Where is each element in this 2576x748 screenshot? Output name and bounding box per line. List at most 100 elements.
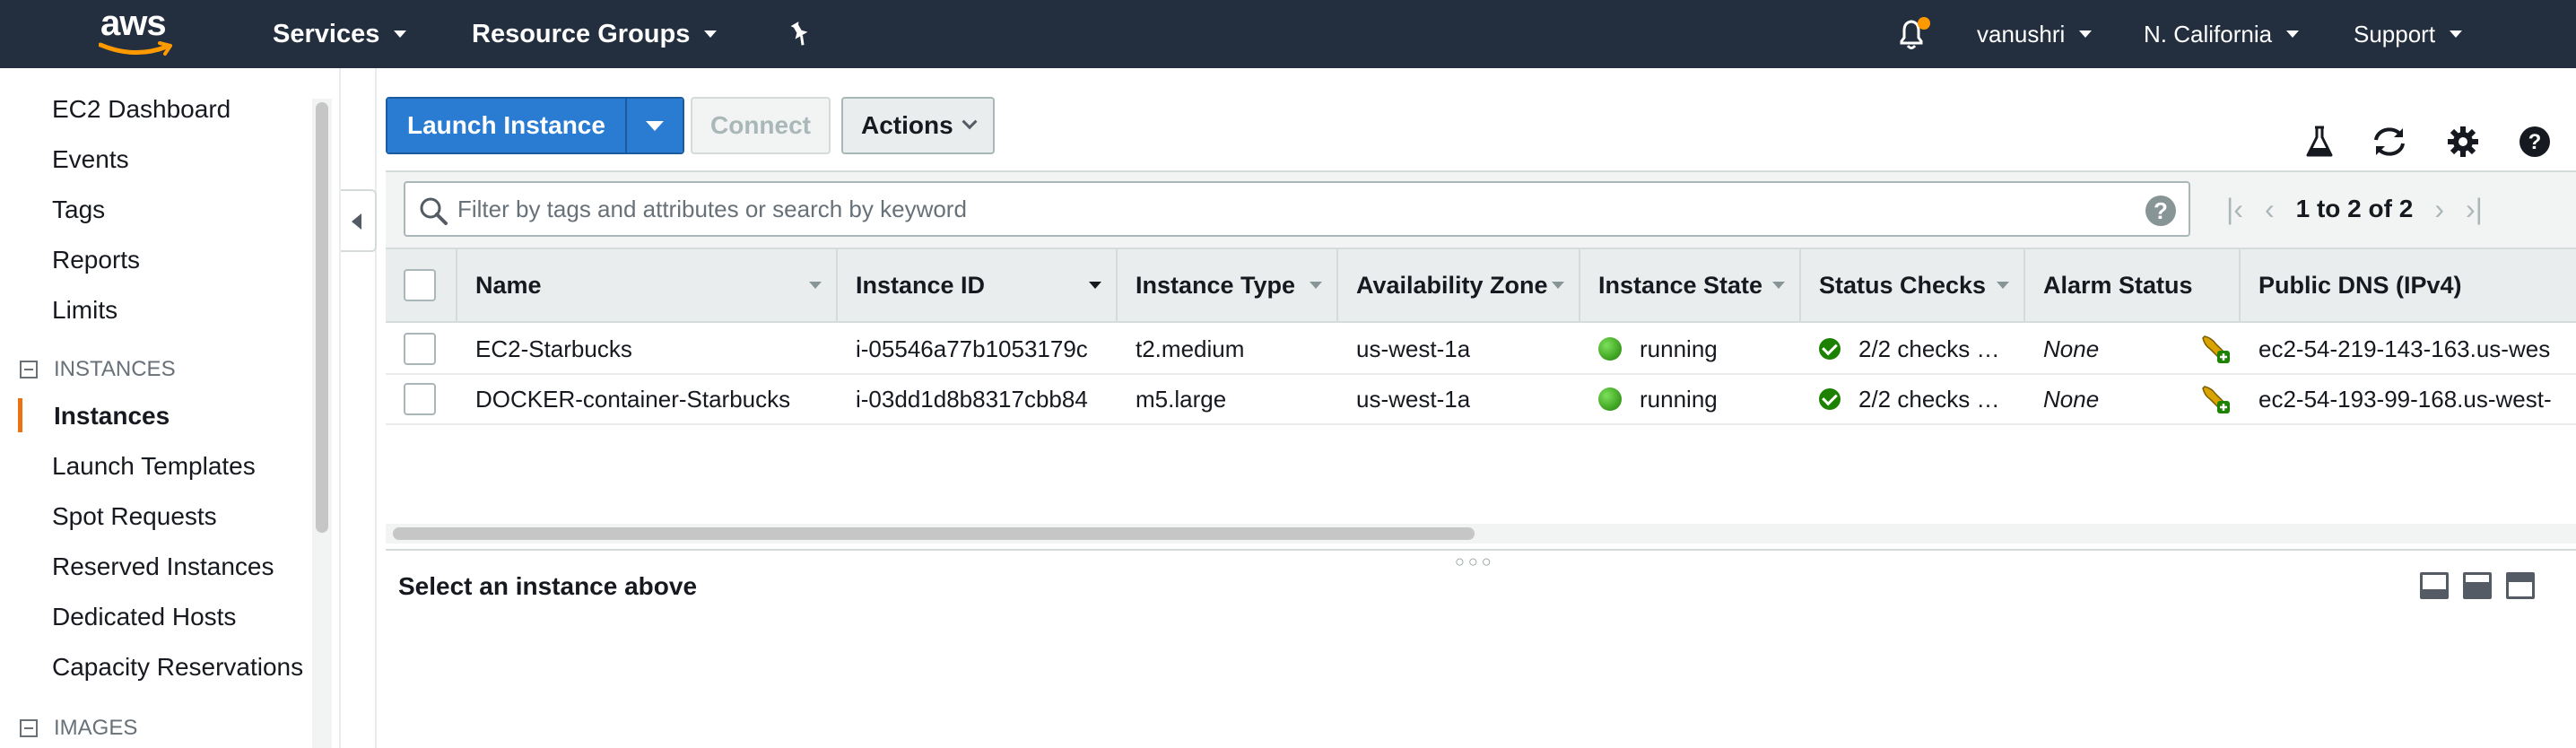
column-header-status-checks[interactable]: Status Checks	[1801, 249, 2025, 321]
sort-icon	[1089, 282, 1101, 289]
notifications-button[interactable]	[1896, 0, 1930, 68]
column-header-label: Instance State	[1598, 271, 1763, 299]
cell-availability-zone: us-west-1a	[1356, 385, 1471, 413]
table-row[interactable]: EC2-Starbucks i-05546a77b1053179c t2.med…	[386, 325, 2576, 375]
sidebar-item-limits[interactable]: Limits	[52, 296, 117, 325]
flask-icon[interactable]	[2300, 122, 2339, 161]
sidebar-item-dedicated-hosts[interactable]: Dedicated Hosts	[52, 603, 236, 631]
table-row[interactable]: DOCKER-container-Starbucks i-03dd1d8b831…	[386, 375, 2576, 425]
row-checkbox[interactable]	[404, 383, 436, 415]
cell-availability-zone: us-west-1a	[1356, 335, 1471, 362]
aws-logo[interactable]: aws	[90, 4, 188, 59]
sidebar-item-events[interactable]: Events	[52, 145, 129, 174]
column-header-alarm-status[interactable]: Alarm Status	[2025, 249, 2241, 321]
instance-state-label: running	[1640, 385, 1718, 413]
running-status-icon	[1598, 337, 1622, 361]
layout-bottom-small-icon[interactable]	[2420, 572, 2449, 599]
connect-label: Connect	[710, 111, 811, 139]
collapse-section-icon	[20, 719, 38, 737]
services-menu[interactable]: Services	[273, 0, 407, 68]
column-header-public-dns[interactable]: Public DNS (IPv4)	[2241, 249, 2576, 321]
cell-name: EC2-Starbucks	[475, 335, 632, 362]
main-content: Launch Instance Connect Actions ? Filter…	[377, 68, 2576, 748]
check-passed-icon	[1819, 338, 1841, 360]
layout-split-icon[interactable]	[2463, 572, 2492, 599]
pane-splitter[interactable]: ○○○	[386, 549, 2576, 570]
table-header: Name Instance ID Instance Type Availabil…	[386, 248, 2576, 323]
drag-handle-icon[interactable]: ○○○	[1455, 552, 1495, 571]
user-menu[interactable]: vanushri	[1977, 0, 2093, 68]
column-header-instance-type[interactable]: Instance Type	[1118, 249, 1338, 321]
sort-icon	[1772, 282, 1785, 289]
cell-instance-state: running	[1598, 375, 1718, 423]
top-navigation-bar: aws Services Resource Groups vanushri N.…	[0, 0, 2576, 68]
create-alarm-icon[interactable]	[2199, 325, 2232, 373]
notification-badge	[1918, 17, 1930, 30]
search-box: ?	[404, 181, 2190, 237]
sort-icon	[1997, 282, 2009, 289]
previous-page-icon[interactable]: ‹	[2265, 193, 2275, 226]
sort-icon	[1552, 282, 1564, 289]
chevron-down-icon	[2286, 30, 2300, 38]
table-horizontal-scrollbar[interactable]	[386, 524, 2576, 544]
horizontal-scrollbar-thumb[interactable]	[393, 527, 1475, 540]
cell-public-dns: ec2-54-193-99-168.us-west-	[2258, 385, 2552, 413]
first-page-icon[interactable]: |‹	[2226, 193, 2243, 226]
sidebar-item-instances[interactable]: Instances	[54, 402, 170, 431]
column-header-availability-zone[interactable]: Availability Zone	[1338, 249, 1580, 321]
select-all-checkbox[interactable]	[404, 269, 436, 301]
resource-groups-menu[interactable]: Resource Groups	[472, 0, 718, 68]
launch-instance-dropdown[interactable]	[626, 99, 683, 152]
last-page-icon[interactable]: ›|	[2466, 193, 2483, 226]
sidebar-item-tags[interactable]: Tags	[52, 196, 105, 224]
row-checkbox[interactable]	[404, 333, 436, 365]
sidebar-section-instances[interactable]: INSTANCES	[20, 357, 176, 382]
column-header-label: Availability Zone	[1356, 271, 1548, 299]
cell-status-checks: 2/2 checks …	[1819, 325, 2018, 373]
user-label: vanushri	[1977, 20, 2066, 48]
search-icon	[420, 197, 448, 225]
aws-smile-icon	[99, 41, 172, 56]
pagination: |‹ ‹ 1 to 2 of 2 › ›|	[2215, 172, 2493, 246]
launch-instance-button[interactable]: Launch Instance	[387, 99, 627, 152]
sidebar-item-reports[interactable]: Reports	[52, 246, 140, 274]
help-icon[interactable]: ?	[2515, 122, 2554, 161]
sidebar-item-launch-templates[interactable]: Launch Templates	[52, 452, 256, 481]
gear-icon[interactable]	[2443, 122, 2483, 161]
search-help-icon[interactable]: ?	[2145, 196, 2176, 226]
sidebar-section-label: IMAGES	[54, 716, 138, 740]
collapse-sidebar-button[interactable]	[341, 189, 377, 252]
next-page-icon[interactable]: ›	[2434, 193, 2444, 226]
sidebar-section-images[interactable]: IMAGES	[20, 716, 137, 741]
search-input[interactable]	[457, 190, 2126, 228]
cell-instance-type: t2.medium	[1136, 335, 1245, 362]
refresh-icon[interactable]	[2370, 122, 2409, 161]
region-menu[interactable]: N. California	[2144, 0, 2300, 68]
support-menu[interactable]: Support	[2354, 0, 2463, 68]
sort-icon	[1310, 282, 1322, 289]
layout-full-icon[interactable]	[2506, 572, 2535, 599]
cell-instance-type: m5.large	[1136, 385, 1227, 413]
connect-button[interactable]: Connect	[691, 97, 831, 154]
pin-button[interactable]	[788, 0, 813, 68]
column-header-label: Alarm Status	[2043, 271, 2193, 299]
cell-public-dns: ec2-54-219-143-163.us-wes	[2258, 335, 2551, 362]
column-header-instance-state[interactable]: Instance State	[1580, 249, 1801, 321]
create-alarm-icon[interactable]	[2199, 375, 2232, 423]
support-label: Support	[2354, 20, 2436, 48]
sidebar-item-spot-requests[interactable]: Spot Requests	[52, 502, 217, 531]
sort-icon	[809, 282, 822, 289]
sidebar-collapse-strip	[339, 68, 377, 748]
sidebar-item-ec2-dashboard[interactable]: EC2 Dashboard	[52, 95, 231, 124]
pagination-label: 1 to 2 of 2	[2295, 195, 2414, 222]
caret-down-icon	[645, 120, 664, 131]
column-header-instance-id[interactable]: Instance ID	[838, 249, 1118, 321]
chevron-down-icon	[704, 30, 718, 38]
sidebar-scrollbar-thumb[interactable]	[316, 102, 328, 533]
actions-button[interactable]: Actions	[841, 97, 995, 154]
check-passed-icon	[1819, 388, 1841, 410]
sidebar-item-reserved-instances[interactable]: Reserved Instances	[52, 552, 274, 581]
column-header-name[interactable]: Name	[457, 249, 838, 321]
sidebar-item-capacity-reservations[interactable]: Capacity Reservations	[52, 653, 303, 682]
chevron-down-icon	[2079, 30, 2093, 38]
